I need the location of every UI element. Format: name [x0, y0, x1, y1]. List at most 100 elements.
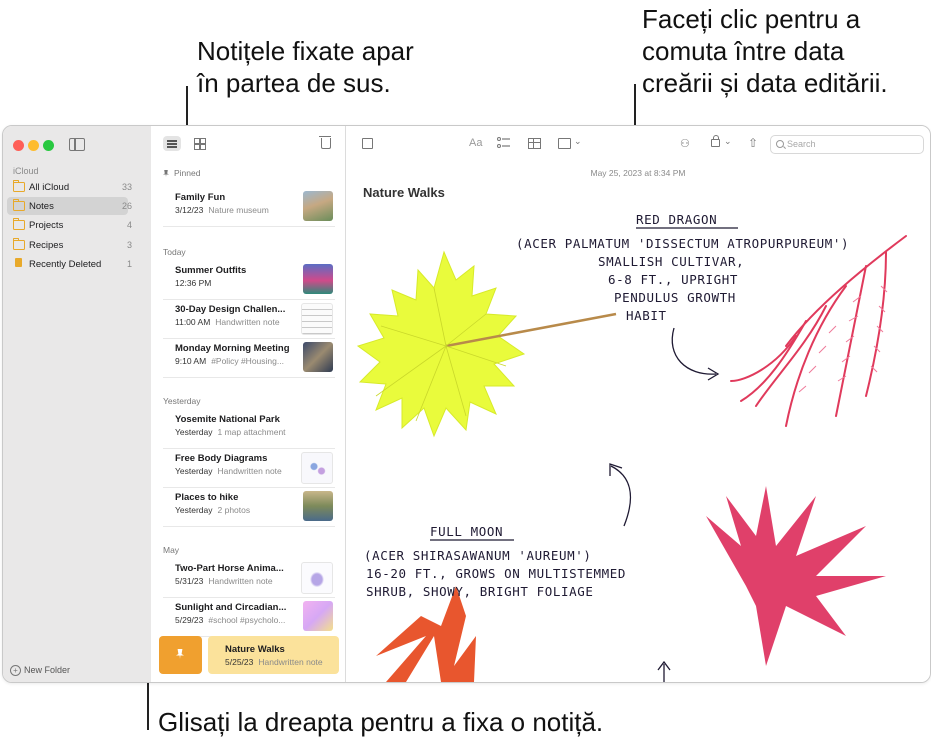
group-label-yesterday: Yesterday: [163, 396, 201, 406]
note-meta: 5/31/23 Handwritten note: [175, 576, 273, 586]
folder-icon: [13, 199, 25, 211]
pin-note-button[interactable]: [159, 636, 202, 674]
note-meta: 5/25/23 Handwritten note: [225, 657, 323, 667]
full-moon-leaf: [356, 250, 526, 438]
folder-count: 3: [126, 240, 132, 250]
group-label-may: May: [163, 545, 180, 555]
lock-icon[interactable]: [711, 135, 720, 147]
note-meta: 11:00 AM Handwritten note: [175, 317, 280, 327]
handwritten-drawing[interactable]: RED DRAGON (ACER PALMATUM 'DISSECTUM ATR…: [346, 196, 930, 682]
note-timestamp[interactable]: May 25, 2023 at 8:34 PM: [346, 168, 930, 178]
red-dragon-arrow: [671, 327, 717, 375]
callout-pinned-line2: în partea de sus.: [197, 68, 391, 98]
note-thumbnail: [301, 303, 333, 335]
list-item-horse-animation[interactable]: Two-Part Horse Anima... 5/31/23 Handwritt…: [163, 558, 335, 598]
note-thumbnail: [303, 342, 333, 372]
red-dragon-leaf: [730, 235, 907, 427]
note-title: Two-Part Horse Anima...: [175, 563, 284, 574]
note-thumbnail: [301, 562, 333, 594]
list-item-free-body-diagrams[interactable]: Free Body Diagrams Yesterday Handwritten …: [163, 448, 335, 488]
note-meta: Yesterday 1 map attachment: [175, 427, 286, 437]
folder-count: 1: [126, 259, 132, 269]
list-item-places-to-hike[interactable]: Places to hike Yesterday 2 photos: [163, 487, 335, 527]
red-leaf-bottom-right: [706, 486, 886, 666]
search-field[interactable]: [770, 135, 924, 154]
callout-date-line3: creării și data editării.: [642, 68, 888, 98]
chevron-down-icon[interactable]: ⌄: [574, 136, 582, 147]
new-folder-button[interactable]: + New Folder: [10, 665, 70, 676]
compose-icon[interactable]: [362, 138, 373, 149]
sidebar-item-recently-deleted[interactable]: Recently Deleted 1: [7, 255, 132, 273]
table-icon[interactable]: [528, 138, 541, 149]
list-item-monday-meeting[interactable]: Monday Morning Meeting 9:10 AM #Policy #H…: [163, 338, 335, 378]
new-folder-label: New Folder: [24, 665, 71, 675]
full-moon-line-3: SHRUB, SHOWY, BRIGHT FOLIAGE: [366, 584, 594, 599]
note-meta: 9:10 AM #Policy #Housing...: [175, 356, 284, 366]
folder-name: Notes: [29, 201, 54, 212]
close-button[interactable]: [13, 140, 24, 151]
list-view-button[interactable]: [163, 136, 181, 151]
group-label-today: Today: [163, 247, 186, 257]
sidebar-item-notes[interactable]: Notes 26: [7, 197, 132, 215]
folder-name: Recently Deleted: [29, 259, 102, 270]
media-icon[interactable]: [558, 138, 571, 149]
search-icon: [776, 140, 784, 148]
red-leaf-bottom-left: [376, 586, 476, 682]
list-item-design-challenge[interactable]: 30-Day Design Challen... 11:00 AM Handwri…: [163, 299, 335, 339]
list-item-summer-outfits[interactable]: Summer Outfits 12:36 PM: [163, 260, 335, 300]
search-input[interactable]: [787, 137, 917, 151]
callout-date-line2: comuta între data: [642, 36, 845, 66]
note-meta: 5/29/23 #school #psycholo...: [175, 615, 286, 625]
chevron-down-icon[interactable]: ⌄: [724, 136, 732, 147]
note-meta: 3/12/23 Nature museum: [175, 205, 269, 215]
delete-note-icon[interactable]: [319, 136, 331, 149]
note-meta: Yesterday 2 photos: [175, 505, 251, 515]
red-dragon-line-2: SMALLISH CULTIVAR,: [598, 254, 744, 269]
folder-count: 26: [121, 201, 132, 211]
note-title: Free Body Diagrams: [175, 453, 268, 464]
list-item-family-fun[interactable]: Family Fun 3/12/23 Nature museum: [163, 187, 335, 227]
group-label-pinned: Pinned: [163, 168, 200, 178]
sidebar-item-recipes[interactable]: Recipes 3: [7, 236, 132, 254]
note-meta: Yesterday Handwritten note: [175, 466, 282, 476]
zoom-button[interactable]: [43, 140, 54, 151]
list-item-nature-walks[interactable]: Nature Walks 5/25/23 Handwritten note: [208, 636, 339, 674]
note-title: Nature Walks: [225, 644, 285, 655]
checklist-icon[interactable]: [497, 137, 511, 149]
folder-name: All iCloud: [29, 182, 70, 193]
collaborate-icon[interactable]: ⚇: [680, 137, 690, 150]
trash-icon: [15, 258, 22, 267]
pin-icon: [163, 170, 169, 177]
callout-date-toggle: Faceți clic pentru a comuta între data c…: [642, 3, 888, 99]
sidebar-toggle-icon[interactable]: [69, 138, 85, 151]
list-item-sunlight-circadian[interactable]: Sunlight and Circadian... 5/29/23 #school…: [163, 597, 335, 637]
callout-pinned-line1: Notițele fixate apar: [197, 36, 414, 66]
folder-icon: [13, 218, 25, 230]
note-meta: 12:36 PM: [175, 278, 212, 288]
note-title: Yosemite National Park: [175, 414, 280, 425]
note-thumbnail: [303, 191, 333, 221]
sidebar-item-all-icloud[interactable]: All iCloud 33: [7, 178, 132, 196]
folder-count: 33: [121, 182, 132, 192]
note-title: Summer Outfits: [175, 265, 247, 276]
note-title: Sunlight and Circadian...: [175, 602, 287, 613]
note-editor: Aa ⌄ ⚇ ⌄ ⇧ May 25, 2023 at 8:34 PM Natur…: [346, 126, 930, 682]
list-item-yosemite[interactable]: Yosemite National Park Yesterday 1 map at…: [163, 409, 335, 449]
notes-window: iCloud All iCloud 33 Notes 26 Projects 4…: [2, 125, 931, 683]
pin-icon: [176, 649, 184, 659]
folder-icon: [13, 180, 25, 192]
sidebar: iCloud All iCloud 33 Notes 26 Projects 4…: [3, 126, 152, 682]
note-thumbnail: [303, 264, 333, 294]
note-list: Pinned Family Fun 3/12/23 Nature museum T…: [151, 126, 346, 682]
note-title: 30-Day Design Challen...: [175, 304, 286, 315]
sidebar-item-projects[interactable]: Projects 4: [7, 216, 132, 234]
gallery-view-icon[interactable]: [191, 136, 209, 151]
format-button[interactable]: Aa: [469, 137, 482, 149]
share-icon[interactable]: ⇧: [748, 136, 758, 150]
sidebar-section-icloud: iCloud: [13, 166, 39, 176]
folder-name: Recipes: [29, 240, 64, 251]
note-title: Monday Morning Meeting: [175, 343, 290, 354]
folder-name: Projects: [29, 220, 64, 231]
red-dragon-line-1: (ACER PALMATUM 'DISSECTUM ATROPURPUREUM'…: [516, 236, 849, 251]
minimize-button[interactable]: [28, 140, 39, 151]
